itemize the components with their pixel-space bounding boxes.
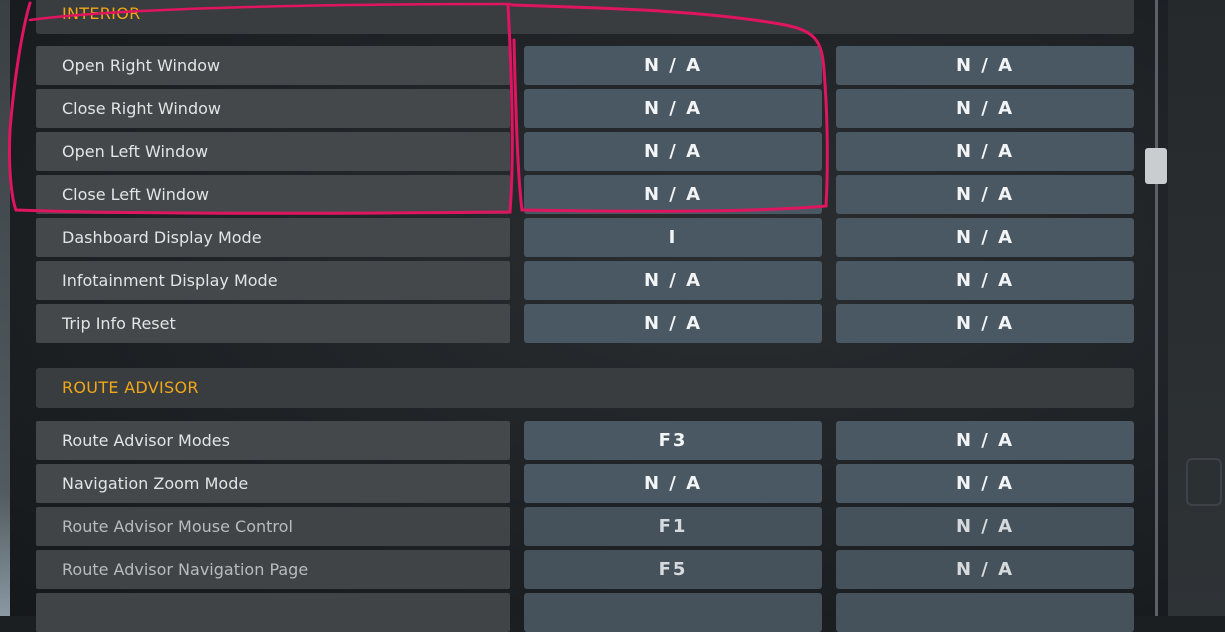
right-edge-backdrop bbox=[1168, 0, 1225, 616]
binding-label: Close Right Window bbox=[36, 89, 510, 128]
backdrop-ornament bbox=[1186, 458, 1222, 506]
primary-key-button[interactable]: N / A bbox=[524, 304, 822, 343]
primary-key-button-empty[interactable] bbox=[524, 593, 822, 632]
binding-label: Route Advisor Mouse Control bbox=[36, 507, 510, 546]
binding-row-close-left-window: Close Left Window N / A N / A bbox=[36, 175, 1136, 214]
binding-row-trip-info-reset: Trip Info Reset N / A N / A bbox=[36, 304, 1136, 343]
binding-label: Dashboard Display Mode bbox=[36, 218, 510, 257]
binding-label-empty bbox=[36, 593, 510, 632]
binding-label: Infotainment Display Mode bbox=[36, 261, 510, 300]
binding-label: Route Advisor Modes bbox=[36, 421, 510, 460]
secondary-key-button[interactable]: N / A bbox=[836, 304, 1134, 343]
secondary-key-button[interactable]: N / A bbox=[836, 464, 1134, 503]
binding-label: Route Advisor Navigation Page bbox=[36, 550, 510, 589]
secondary-key-button[interactable]: N / A bbox=[836, 218, 1134, 257]
section-title: ROUTE ADVISOR bbox=[62, 378, 199, 397]
primary-key-button[interactable]: N / A bbox=[524, 175, 822, 214]
secondary-key-button[interactable]: N / A bbox=[836, 261, 1134, 300]
primary-key-button[interactable]: F3 bbox=[524, 421, 822, 460]
primary-key-button[interactable]: N / A bbox=[524, 261, 822, 300]
secondary-key-button[interactable]: N / A bbox=[836, 175, 1134, 214]
secondary-key-button-empty[interactable] bbox=[836, 593, 1134, 632]
binding-label: Navigation Zoom Mode bbox=[36, 464, 510, 503]
scrollbar-track[interactable] bbox=[1155, 0, 1158, 616]
primary-key-button[interactable]: F1 bbox=[524, 507, 822, 546]
binding-row-route-advisor-modes: Route Advisor Modes F3 N / A bbox=[36, 421, 1136, 460]
binding-row-open-left-window: Open Left Window N / A N / A bbox=[36, 132, 1136, 171]
primary-key-button[interactable]: N / A bbox=[524, 132, 822, 171]
secondary-key-button[interactable]: N / A bbox=[836, 89, 1134, 128]
binding-row-infotainment-display-mode: Infotainment Display Mode N / A N / A bbox=[36, 261, 1136, 300]
section-title: INTERIOR bbox=[62, 4, 141, 23]
primary-key-button[interactable]: I bbox=[524, 218, 822, 257]
binding-row-open-right-window: Open Right Window N / A N / A bbox=[36, 46, 1136, 85]
secondary-key-button[interactable]: N / A bbox=[836, 132, 1134, 171]
primary-key-button[interactable]: N / A bbox=[524, 46, 822, 85]
section-header-interior: INTERIOR bbox=[36, 0, 1134, 34]
binding-row-route-advisor-mouse-control: Route Advisor Mouse Control F1 N / A bbox=[36, 507, 1136, 546]
primary-key-button[interactable]: N / A bbox=[524, 464, 822, 503]
binding-label: Trip Info Reset bbox=[36, 304, 510, 343]
binding-row-navigation-zoom-mode: Navigation Zoom Mode N / A N / A bbox=[36, 464, 1136, 503]
binding-label: Close Left Window bbox=[36, 175, 510, 214]
section-header-route-advisor: ROUTE ADVISOR bbox=[36, 368, 1134, 408]
binding-label: Open Right Window bbox=[36, 46, 510, 85]
secondary-key-button[interactable]: N / A bbox=[836, 507, 1134, 546]
left-edge-backdrop bbox=[0, 0, 10, 616]
binding-label: Open Left Window bbox=[36, 132, 510, 171]
secondary-key-button[interactable]: N / A bbox=[836, 46, 1134, 85]
primary-key-button[interactable]: F5 bbox=[524, 550, 822, 589]
scrollbar-thumb[interactable] bbox=[1145, 148, 1167, 184]
binding-row-dashboard-display-mode: Dashboard Display Mode I N / A bbox=[36, 218, 1136, 257]
secondary-key-button[interactable]: N / A bbox=[836, 421, 1134, 460]
binding-row-close-right-window: Close Right Window N / A N / A bbox=[36, 89, 1136, 128]
binding-row-route-advisor-navigation-page: Route Advisor Navigation Page F5 N / A bbox=[36, 550, 1136, 589]
binding-row-partial bbox=[36, 593, 1136, 632]
secondary-key-button[interactable]: N / A bbox=[836, 550, 1134, 589]
primary-key-button[interactable]: N / A bbox=[524, 89, 822, 128]
